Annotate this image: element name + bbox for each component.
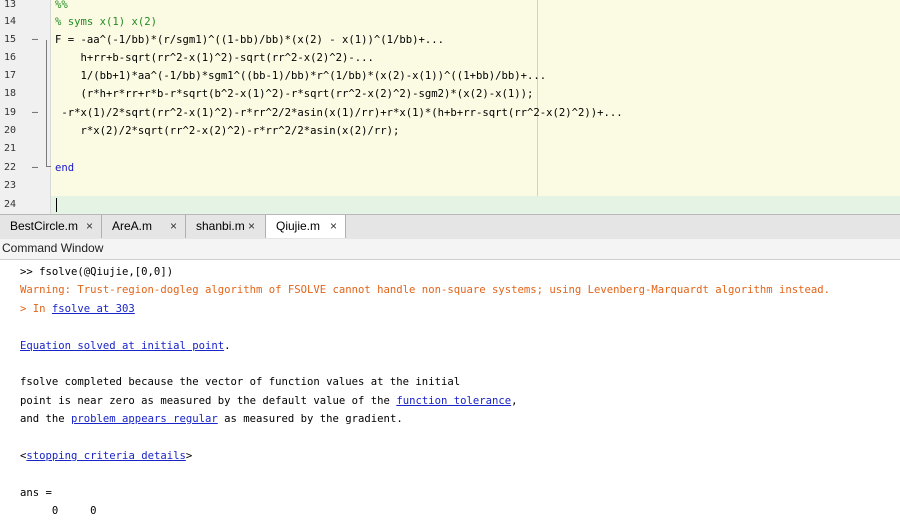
fold-line xyxy=(46,40,47,166)
close-icon[interactable]: × xyxy=(248,215,255,238)
tab-bestcircle[interactable]: BestCircle.m × xyxy=(0,215,102,238)
fsolve-line-link[interactable]: fsolve at 303 xyxy=(52,303,135,315)
line-number: 13 xyxy=(4,0,17,10)
tab-label: BestCircle.m xyxy=(10,219,79,233)
line-number: 22 xyxy=(4,162,17,173)
ans-values: 0 0 xyxy=(20,505,97,517)
tab-qiujie[interactable]: Qiujie.m × xyxy=(266,215,346,238)
tab-label: AreA.m xyxy=(112,219,153,233)
ans-label: ans = xyxy=(20,487,52,499)
completion-text-3-prefix: and the xyxy=(20,413,72,425)
stopping-criteria: <stopping criteria details> xyxy=(20,447,192,465)
warning-location-prefix: > In xyxy=(20,303,52,315)
function-tolerance-link[interactable]: function tolerance xyxy=(396,395,511,407)
editor-tab-bar: BestCircle.m × AreA.m × shanbi.m × Qiuji… xyxy=(0,214,900,240)
line-number: 23 xyxy=(4,180,17,191)
line-number: 21 xyxy=(4,143,17,154)
completion-text-2-suffix: , xyxy=(511,395,518,407)
code-line-22[interactable]: end xyxy=(55,159,74,177)
command-prompt-line[interactable]: >> fsolve(@Qiujie,[0,0]) xyxy=(20,263,173,281)
line-number: 20 xyxy=(4,125,17,136)
completion-text-2-prefix: point is near zero as measured by the de… xyxy=(20,395,397,407)
completion-text-2: point is near zero as measured by the de… xyxy=(20,392,518,410)
code-line-16[interactable]: h+rr+b-sqrt(rr^2-x(1)^2)-sqrt(rr^2-x(2)^… xyxy=(55,49,374,67)
close-icon[interactable]: × xyxy=(86,215,93,238)
line-number: 16 xyxy=(4,52,17,63)
tab-label: shanbi.m xyxy=(196,219,245,233)
completion-text-1: fsolve completed because the vector of f… xyxy=(20,376,461,388)
warning-message: Warning: Trust-region-dogleg algorithm o… xyxy=(20,284,831,296)
line-number: 17 xyxy=(4,70,17,81)
breakpoint-dash[interactable]: – xyxy=(32,104,38,122)
solved-suffix: . xyxy=(224,340,231,352)
warning-location: > In fsolve at 303 xyxy=(20,300,135,318)
close-icon[interactable]: × xyxy=(330,215,337,238)
criteria-close: > xyxy=(185,450,193,462)
code-line-18[interactable]: (r*h+r*rr+r*b-r*sqrt(b^2-x(1)^2)-r*sqrt(… xyxy=(55,85,534,103)
line-number: 19 xyxy=(4,107,17,118)
command-window-header: Command Window xyxy=(0,239,900,260)
completion-text-3: and the problem appears regular as measu… xyxy=(20,410,403,428)
text-caret xyxy=(56,198,57,212)
code-line-19[interactable]: -r*x(1)/2*sqrt(rr^2-x(1)^2)-r*rr^2/2*asi… xyxy=(55,104,622,122)
command-window-title: Command Window xyxy=(2,241,104,255)
breakpoint-dash[interactable]: – xyxy=(32,159,38,177)
tab-area[interactable]: AreA.m × xyxy=(102,215,186,238)
completion-text-3-suffix: as measured by the gradient. xyxy=(217,413,403,425)
solved-message: Equation solved at initial point. xyxy=(20,337,231,355)
stopping-criteria-link[interactable]: stopping criteria details xyxy=(26,450,185,462)
problem-regular-link[interactable]: problem appears regular xyxy=(71,413,218,425)
code-editor[interactable]: 13 %% 14 % syms x(1) x(2) 15 – F = -aa^(… xyxy=(0,0,900,214)
tab-label: Qiujie.m xyxy=(276,219,321,233)
line-number: 15 xyxy=(4,34,17,45)
tab-shanbi[interactable]: shanbi.m × xyxy=(186,215,266,238)
code-line-14[interactable]: % syms x(1) x(2) xyxy=(55,13,157,31)
command-window[interactable]: >> fsolve(@Qiujie,[0,0]) Warning: Trust-… xyxy=(0,260,900,523)
fold-line-end xyxy=(46,166,51,167)
current-line-highlight xyxy=(51,196,900,214)
code-line-20[interactable]: r*x(2)/2*sqrt(rr^2-x(2)^2)-r*rr^2/2*asin… xyxy=(55,122,400,140)
line-number: 24 xyxy=(4,199,17,210)
code-line-15[interactable]: F = -aa^(-1/bb)*(r/sgm1)^((1-bb)/bb)*(x(… xyxy=(55,31,444,49)
line-number: 18 xyxy=(4,88,17,99)
close-icon[interactable]: × xyxy=(170,215,177,238)
equation-solved-link[interactable]: Equation solved at initial point xyxy=(20,340,224,352)
line-number: 14 xyxy=(4,16,17,27)
code-line-13[interactable]: %% xyxy=(55,0,68,14)
breakpoint-dash[interactable]: – xyxy=(32,31,38,49)
code-line-17[interactable]: 1/(bb+1)*aa^(-1/bb)*sgm1^((bb-1)/bb)*r^(… xyxy=(55,67,547,85)
